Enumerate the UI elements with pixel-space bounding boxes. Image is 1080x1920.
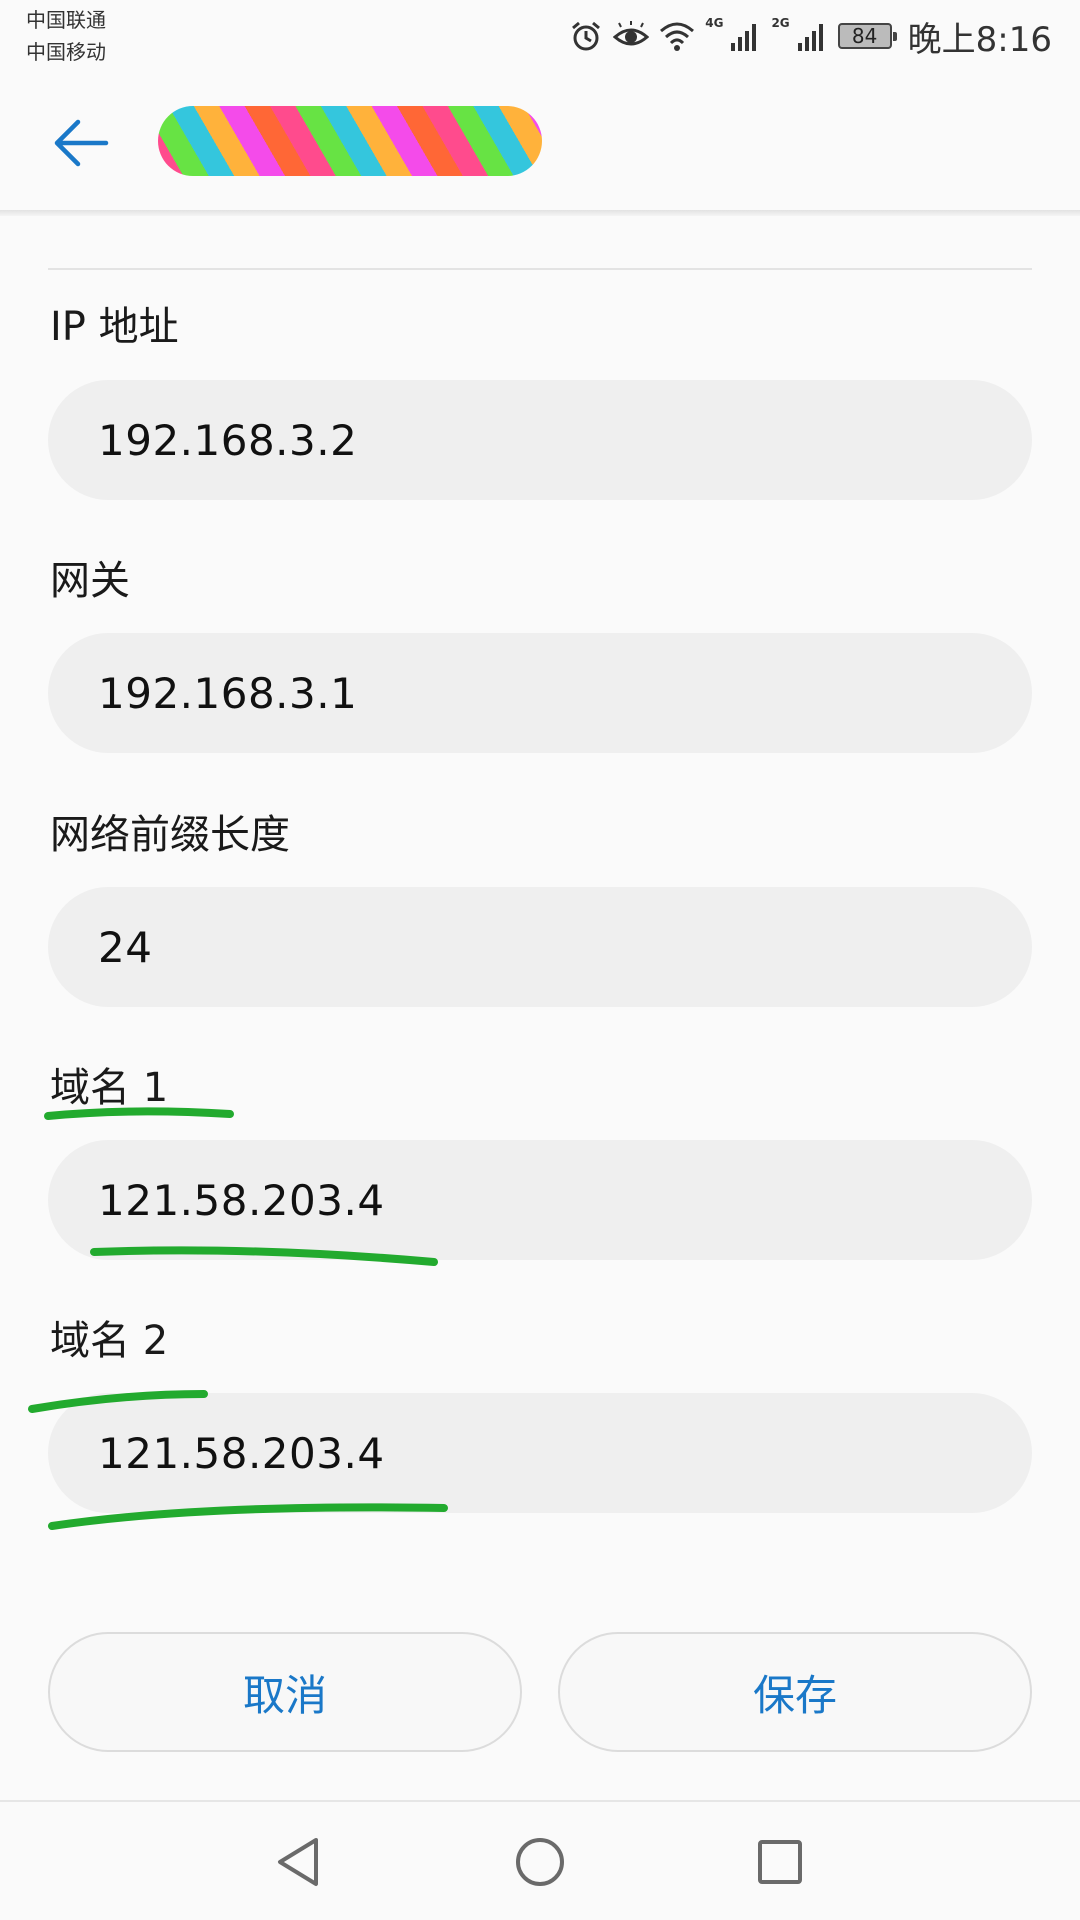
- prefix-length-label: 网络前缀长度: [50, 812, 290, 858]
- app-toolbar: [0, 76, 1080, 210]
- dns1-label: 域名 1: [50, 1065, 169, 1111]
- signal-4g-icon: [729, 21, 761, 51]
- ip-address-input[interactable]: 192.168.3.2: [48, 380, 1032, 500]
- nav-recent-button[interactable]: [752, 1834, 808, 1890]
- clock: 晚上8:16: [907, 19, 1052, 60]
- alarm-icon: [569, 19, 603, 53]
- carrier-secondary: 中国移动: [26, 40, 106, 64]
- status-icons: 4G 2G 84 晚上8:16: [569, 14, 1052, 60]
- redacted-network-title: [158, 106, 542, 176]
- toolbar-divider: [0, 210, 1080, 216]
- eye-comfort-icon: [613, 21, 650, 51]
- gateway-input[interactable]: 192.168.3.1: [48, 633, 1032, 753]
- status-bar: 中国联通 中国移动 4G 2G 84 晚上8:16: [0, 0, 1080, 76]
- nav-home-button[interactable]: [512, 1834, 568, 1890]
- nav-back-icon: [278, 1838, 318, 1886]
- cancel-button[interactable]: 取消: [48, 1632, 522, 1752]
- dns2-input[interactable]: 121.58.203.4: [48, 1393, 1032, 1513]
- wifi-icon: [659, 21, 695, 51]
- nav-home-icon: [516, 1838, 564, 1886]
- prefix-length-input[interactable]: 24: [48, 887, 1032, 1007]
- back-button[interactable]: [50, 112, 112, 174]
- system-nav-bar: [0, 1800, 1080, 1920]
- signal-2g-icon: [796, 21, 828, 51]
- back-arrow-icon: [54, 119, 109, 167]
- network-type-label-2: 2G: [771, 16, 790, 30]
- dns1-input[interactable]: 121.58.203.4: [48, 1140, 1032, 1260]
- carrier-primary: 中国联通: [26, 8, 106, 32]
- network-type-label-1: 4G: [705, 16, 724, 30]
- battery-level: 84: [851, 24, 878, 48]
- dns2-label: 域名 2: [50, 1318, 169, 1364]
- nav-recent-icon: [758, 1840, 802, 1884]
- nav-back-button[interactable]: [272, 1834, 328, 1890]
- battery-icon: 84: [837, 23, 897, 49]
- gateway-label: 网关: [50, 558, 130, 604]
- ip-address-label: IP 地址: [50, 304, 179, 350]
- section-divider: [48, 268, 1032, 270]
- save-button[interactable]: 保存: [558, 1632, 1032, 1752]
